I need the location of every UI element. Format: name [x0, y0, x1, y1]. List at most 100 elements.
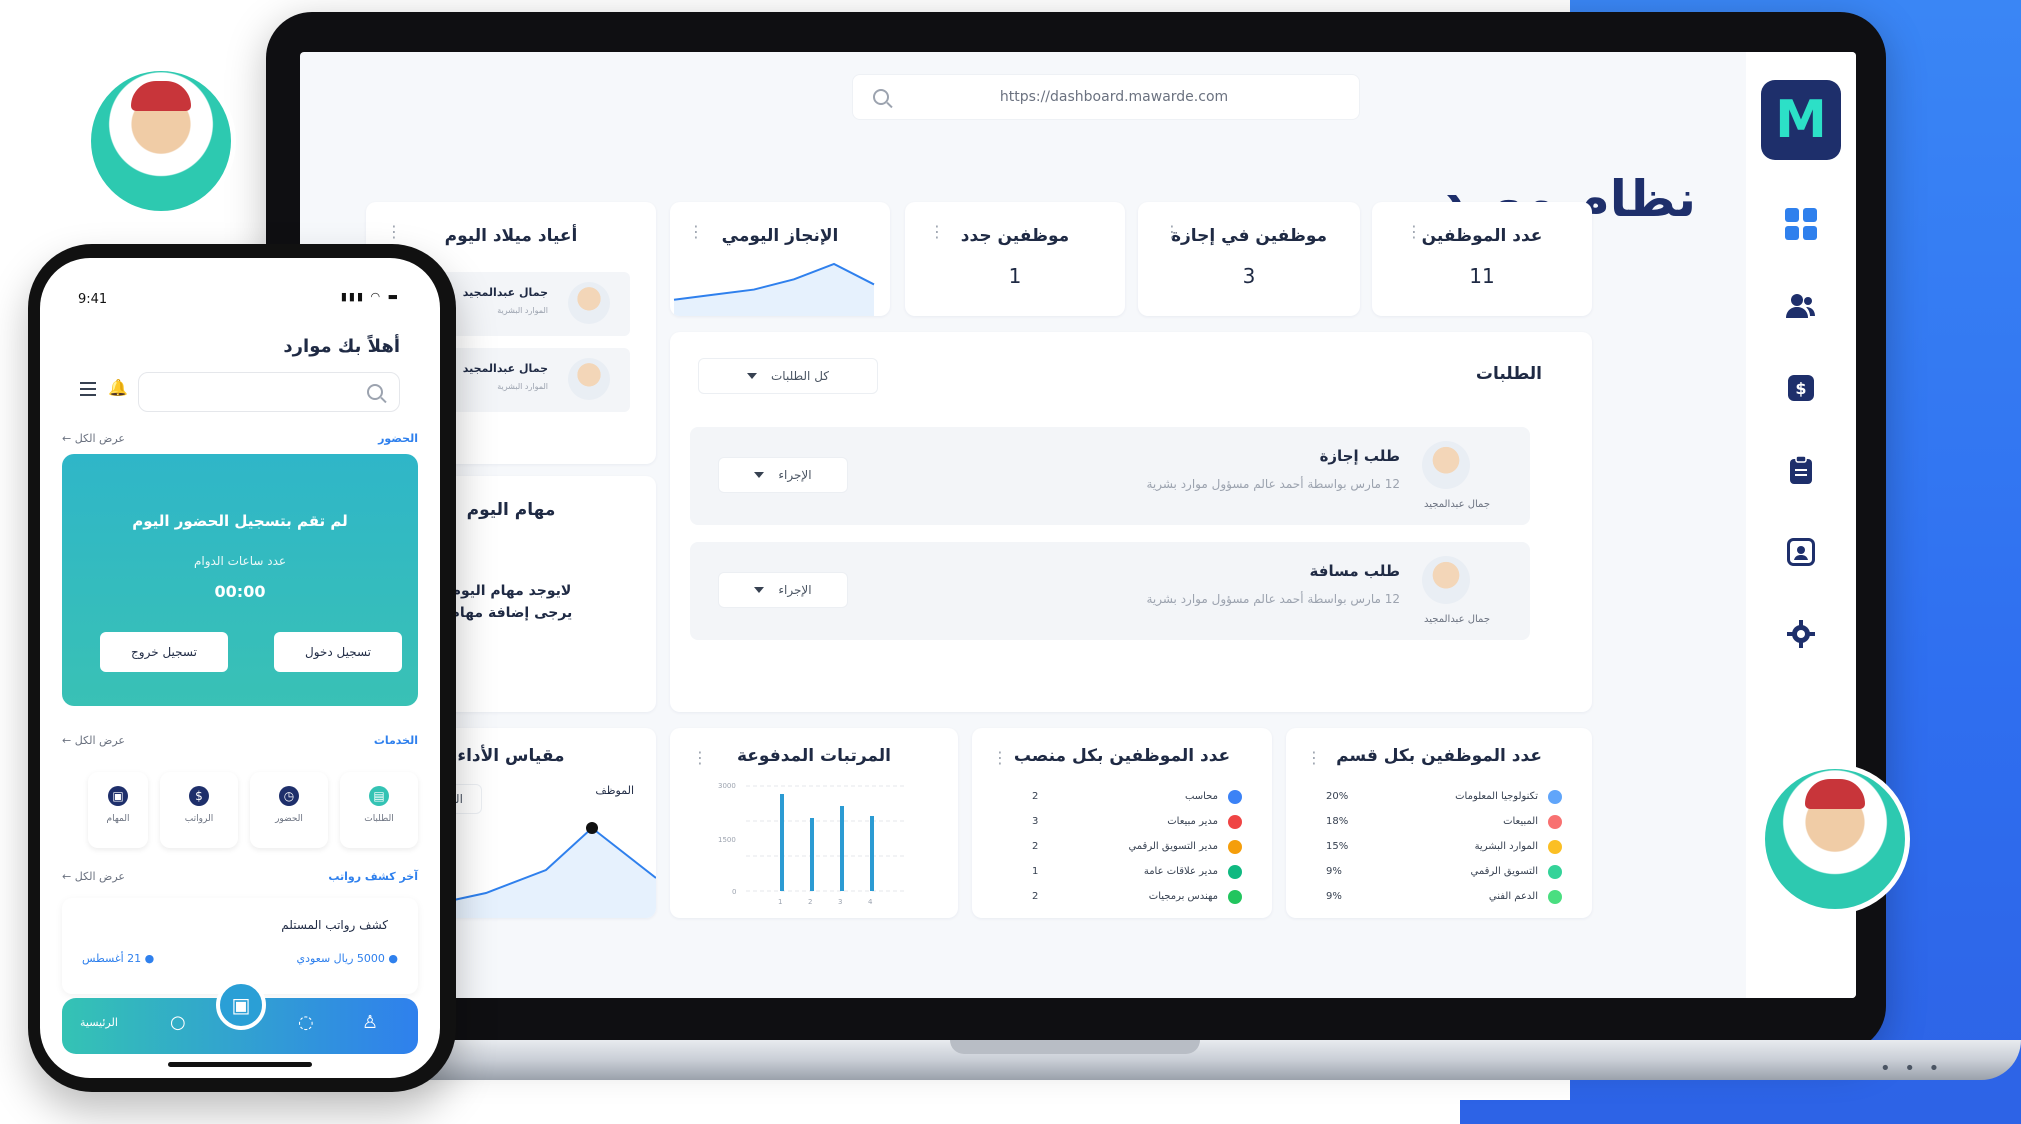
work-hours-value: 00:00 — [214, 582, 266, 601]
payroll-card: ⋮ المرتبات المدفوعة 3000 1500 0 1 2 3 4 — [670, 728, 958, 918]
mobile-app-screen: 9:41 ▮▮▮ ◠ ▬ أهلاً بك موارد 🔔 الحضور عرض… — [40, 258, 440, 1078]
request-desc: 12 مارس بواسطة أحمد عالم مسؤول موارد بشر… — [1146, 477, 1400, 491]
legend-dot — [1228, 789, 1242, 804]
card-title: المرتبات المدفوعة — [736, 746, 892, 766]
more-icon[interactable]: ⋮ — [1406, 222, 1422, 241]
by-department-card: ⋮ عدد الموظفين بكل قسم 20% تكنولوجيا المع… — [1286, 728, 1592, 918]
laptop-indicator-dots: • • • — [1880, 1058, 1944, 1079]
app-logo[interactable]: M — [1761, 80, 1841, 160]
dashboard-grid-icon[interactable] — [1783, 206, 1819, 242]
laptop-notch — [950, 1040, 1200, 1054]
see-all-link[interactable]: عرض الكل ← — [62, 870, 125, 883]
legend-item: 9% التسويق الرقمي — [1326, 859, 1562, 884]
employee-name: جمال عبدالمجيد — [462, 362, 548, 375]
select-value: الإجراء — [778, 468, 812, 482]
request-row[interactable]: جمال عبدالمجيد طلب مسافة 12 مارس بواسطة … — [690, 542, 1530, 640]
tasks-empty-text: لايوجد مهام اليوم يرجى إضافة مهام — [449, 583, 573, 622]
dollar-icon[interactable]: $ — [1783, 370, 1819, 406]
x-tick: 3 — [838, 898, 842, 906]
menu-icon[interactable] — [80, 382, 96, 396]
x-tick: 1 — [778, 898, 782, 906]
legend-dot — [1228, 839, 1242, 854]
stat-card-on-leave: ⋮ موظفين في إجازة 3 — [1138, 202, 1360, 316]
action-select[interactable]: الإجراء — [718, 572, 848, 608]
select-value: كل الطلبات — [771, 369, 829, 383]
browser-url-bar[interactable]: https://dashboard.mawarde.com — [852, 74, 1360, 120]
more-icon[interactable]: ⋮ — [992, 748, 1008, 767]
id-card-icon[interactable] — [1783, 534, 1819, 570]
see-all-link[interactable]: عرض الكل ← — [62, 432, 125, 445]
bell-icon[interactable]: 🔔 — [108, 378, 128, 397]
service-salaries[interactable]: $ الرواتب — [160, 772, 238, 848]
request-row[interactable]: جمال عبدالمجيد طلب إجازة 12 مارس بواسطة … — [690, 427, 1530, 525]
department-legend: 20% تكنولوجيا المعلومات 18% المبيعات 15% ال… — [1326, 784, 1562, 909]
position-legend: 2 محاسب 3 مدير مبيعات 2 مدير التسويق الرقمي… — [1032, 784, 1242, 909]
salary-amount: ● 5000 ريال سعودي — [296, 952, 398, 965]
clipboard-icon: ▤ — [369, 786, 389, 806]
select-value: الإجراء — [778, 583, 812, 597]
url-text: https://dashboard.mawarde.com — [999, 89, 1229, 105]
more-icon[interactable]: ⋮ — [692, 748, 708, 767]
legend-item: 2 محاسب — [1032, 784, 1242, 809]
chevron-down-icon — [754, 587, 765, 593]
work-hours-label: عدد ساعات الدوام — [193, 554, 287, 568]
legend-item: 15% الموارد البشرية — [1326, 834, 1562, 859]
clock-icon: ◷ — [279, 786, 299, 806]
sparkline-area — [674, 264, 874, 316]
see-all-link[interactable]: عرض الكل ← — [62, 734, 125, 747]
employee-name: جمال عبدالمجيد — [462, 286, 548, 299]
x-tick: 2 — [808, 898, 812, 906]
action-select[interactable]: الإجراء — [718, 457, 848, 493]
legend-item: 9% الدعم الفني — [1326, 884, 1562, 909]
profile-icon[interactable]: ♙ — [362, 1012, 378, 1033]
more-icon[interactable]: ⋮ — [1306, 748, 1322, 767]
search-icon[interactable]: ○ — [170, 1012, 186, 1033]
stat-value: 11 — [1469, 264, 1495, 288]
salary-date: ● 21 أغسطس — [82, 952, 155, 965]
more-icon[interactable]: ⋮ — [688, 222, 704, 241]
dollar-icon: $ — [189, 786, 209, 806]
more-icon[interactable]: ⋮ — [1164, 222, 1180, 241]
search-input[interactable] — [138, 372, 400, 412]
stat-card-employees: ⋮ عدد الموظفين 11 — [1372, 202, 1592, 316]
card-title: عدد الموظفين بكل قسم — [1336, 746, 1542, 766]
chat-icon[interactable]: ◌ — [298, 1012, 314, 1033]
users-icon[interactable] — [1783, 288, 1819, 324]
attendance-section-header: الحضور عرض الكل ← — [62, 432, 418, 445]
legend-item: 18% المبيعات — [1326, 809, 1562, 834]
avatar — [568, 358, 610, 400]
legend-item: 20% تكنولوجيا المعلومات — [1326, 784, 1562, 809]
more-icon[interactable]: ⋮ — [929, 222, 945, 241]
bar — [810, 818, 814, 891]
section-title: الحضور — [378, 432, 418, 445]
request-desc: 12 مارس بواسطة أحمد عالم مسؤول موارد بشر… — [1146, 592, 1400, 606]
request-type: طلب إجازة — [1319, 447, 1400, 465]
legend-dot — [1228, 864, 1242, 879]
more-icon[interactable]: ⋮ — [386, 222, 402, 241]
stat-value: 1 — [1008, 264, 1022, 288]
requests-filter-select[interactable]: كل الطلبات — [698, 358, 878, 394]
chevron-down-icon — [754, 472, 765, 478]
check-out-button[interactable]: تسجيل خروج — [100, 632, 228, 672]
legend-item: 2 مهندس برمجيات — [1032, 884, 1242, 909]
legend-dot — [1548, 864, 1562, 879]
salary-card-title: كشف رواتب المستلم — [281, 918, 388, 932]
clipboard-icon[interactable] — [1783, 452, 1819, 488]
gear-icon[interactable] — [1783, 616, 1819, 652]
check-in-button[interactable]: تسجيل دخول — [274, 632, 402, 672]
stat-card-new: ⋮ موظفين جدد 1 — [905, 202, 1125, 316]
service-requests[interactable]: ▤ الطلبات — [340, 772, 418, 848]
nav-home[interactable]: الرئيسية — [80, 1016, 118, 1029]
bar — [780, 794, 784, 891]
briefcase-icon[interactable]: ▣ — [216, 980, 266, 1030]
y-tick: 3000 — [718, 782, 736, 790]
card-title: أعياد ميلاد اليوم — [444, 226, 578, 246]
service-tasks[interactable]: ▣ المهام — [88, 772, 148, 848]
employee-name: جمال عبدالمجيد — [1423, 499, 1490, 510]
dashboard-screen: https://dashboard.mawarde.com M $ نظام م… — [300, 52, 1856, 998]
avatar — [1422, 556, 1470, 604]
section-title: آخر كشف رواتب — [328, 870, 418, 883]
service-attendance[interactable]: ◷ الحضور — [250, 772, 328, 848]
daily-sparkline — [673, 262, 875, 316]
legend-dot — [1548, 889, 1562, 904]
